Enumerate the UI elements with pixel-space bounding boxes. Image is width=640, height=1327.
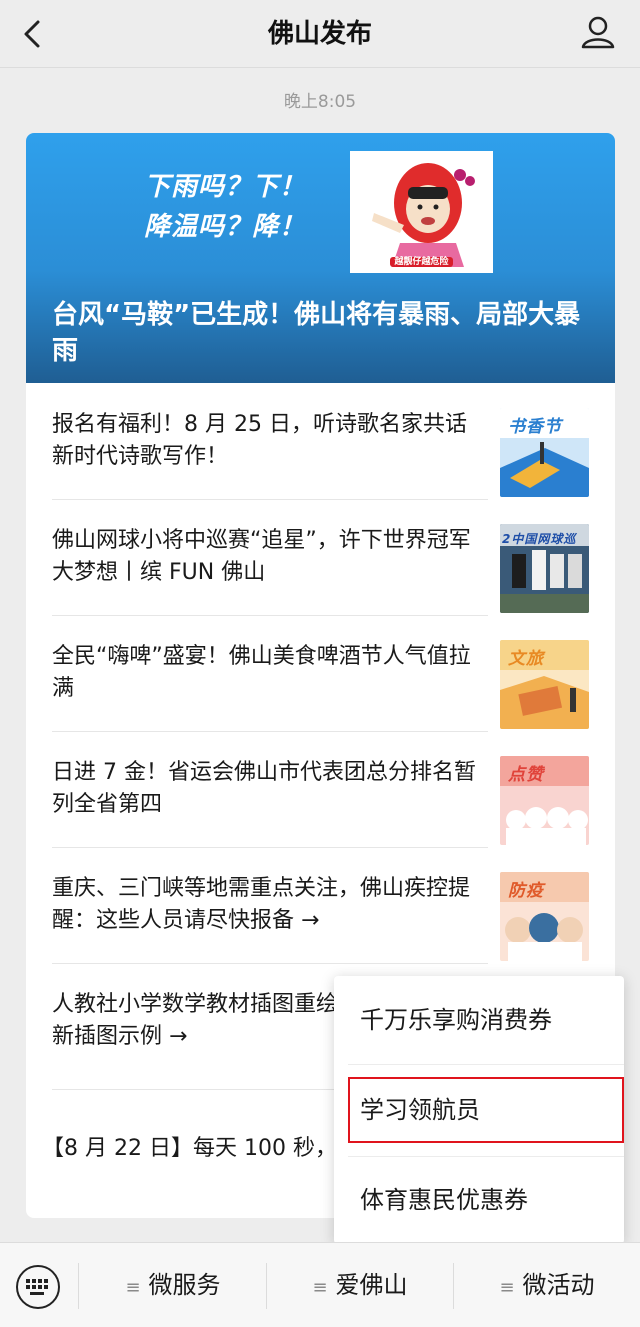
- article-title: 报名有福利！8 月 25 日，听诗歌名家共话新时代诗歌写作！: [52, 412, 467, 469]
- keyboard-toggle-button[interactable]: [16, 1265, 60, 1309]
- article-thumbnail: 防疫: [500, 872, 589, 961]
- article-title: 全民“嗨啤”盛宴！佛山美食啤酒节人气值拉满: [52, 644, 471, 701]
- menu-lines-icon: ≡: [125, 1277, 141, 1298]
- article-thumbnail: 点赞: [500, 756, 589, 845]
- tab-label: 微服务: [148, 1271, 221, 1299]
- page-title: 佛山发布: [267, 19, 372, 49]
- article-title: 重庆、三门峡等地需重点关注，佛山疾控提醒：这些人员请尽快报备 →: [52, 876, 471, 933]
- custom-menu-popup: 千万乐享购消费券 学习领航员 体育惠民优惠券: [334, 976, 624, 1244]
- user-icon: [581, 16, 615, 49]
- article-item[interactable]: 重庆、三门峡等地需重点关注，佛山疾控提醒：这些人员请尽快报备 → 防疫: [26, 847, 615, 963]
- profile-button[interactable]: [578, 12, 618, 52]
- article-title: 日进 7 金！省运会佛山市代表团总分排名暂列全省第四: [52, 760, 476, 817]
- tab-label: 微活动: [522, 1271, 595, 1299]
- menu-item-study-navigator[interactable]: 学习领航员: [348, 1077, 624, 1143]
- article-thumbnail: 书香节: [500, 408, 589, 497]
- menu-lines-icon: ≡: [499, 1277, 515, 1298]
- article-item[interactable]: 日进 7 金！省运会佛山市代表团总分排名暂列全省第四 点赞: [26, 731, 615, 847]
- menu-item-consumer-coupon[interactable]: 千万乐享购消费券: [334, 976, 624, 1064]
- thumb-label: 2中国网球巡: [502, 532, 577, 546]
- article-title: 佛山网球小将中巡赛“追星”，许下世界冠军大梦想丨缤 FUN 佛山: [52, 528, 471, 585]
- divider: [78, 1263, 79, 1309]
- menu-item-sports-coupon[interactable]: 体育惠民优惠券: [334, 1156, 624, 1244]
- tab-love-foshan[interactable]: ≡ 爱佛山: [267, 1243, 453, 1327]
- bottom-menu-bar: ≡ 微服务 ≡ 爱佛山 ≡ 微活动: [0, 1242, 640, 1327]
- article-thumbnail: 2中国网球巡: [500, 524, 589, 613]
- menu-lines-icon: ≡: [312, 1277, 328, 1298]
- divider: [348, 1064, 624, 1065]
- tab-micro-services[interactable]: ≡ 微服务: [80, 1243, 266, 1327]
- thumb-label: 书香节: [508, 417, 562, 437]
- sticker-caption: 越靓仔越危险: [390, 257, 453, 267]
- headline-banner[interactable]: 下雨吗？下！ 降温吗？降！ 越靓仔越危险 台风“马鞍”已生成！佛山将有暴雨、局部: [26, 133, 615, 383]
- thumb-label: 点赞: [508, 765, 544, 785]
- top-bar: 佛山发布: [0, 0, 640, 68]
- thumb-label: 文旅: [508, 649, 544, 669]
- banner-sticker-image: 越靓仔越危险: [350, 151, 493, 273]
- headline-title: 台风“马鞍”已生成！佛山将有暴雨、局部大暴雨: [52, 300, 581, 366]
- article-thumbnail: 文旅: [500, 640, 589, 729]
- banner-slogan-line2: 降温吗？降！: [144, 212, 307, 242]
- keyboard-icon: [26, 1279, 48, 1295]
- article-item[interactable]: 报名有福利！8 月 25 日，听诗歌名家共话新时代诗歌写作！ 书香节: [26, 383, 615, 499]
- article-item[interactable]: 全民“嗨啤”盛宴！佛山美食啤酒节人气值拉满 文旅: [26, 615, 615, 731]
- message-timestamp: 晚上8:05: [283, 92, 357, 112]
- tab-micro-activities[interactable]: ≡ 微活动: [454, 1243, 640, 1327]
- tab-label: 爱佛山: [335, 1271, 408, 1299]
- banner-slogan: 下雨吗？下！ 降温吗？降！: [144, 167, 314, 247]
- article-item[interactable]: 佛山网球小将中巡赛“追星”，许下世界冠军大梦想丨缤 FUN 佛山 2中国网球巡: [26, 499, 615, 615]
- thumb-label: 防疫: [508, 881, 544, 901]
- banner-slogan-line1: 下雨吗？下！: [144, 172, 307, 202]
